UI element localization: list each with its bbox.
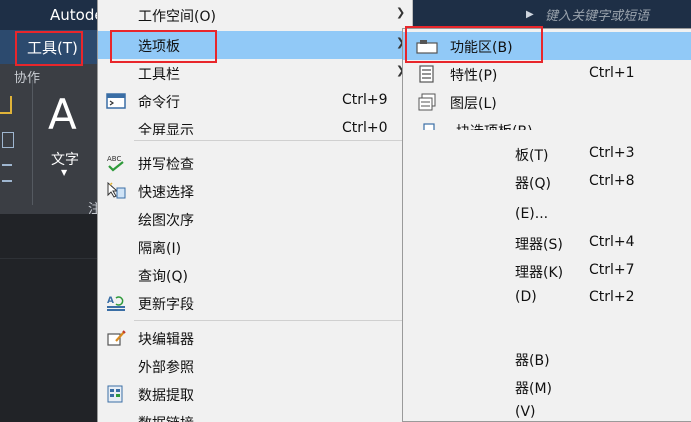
list-icon[interactable] <box>2 164 12 182</box>
menu-item-label: 外部参照 <box>138 360 194 376</box>
cylinder-icon[interactable] <box>2 132 14 148</box>
chevron-down-icon[interactable]: ▼ <box>61 168 67 177</box>
submenu-fragment-label[interactable]: 理器(K) <box>515 262 563 282</box>
menu-item-label: 数据链接 <box>138 413 194 422</box>
submenu-fragment-label[interactable]: (D) <box>515 289 537 305</box>
menu-item-label: 隔离(I) <box>138 241 182 257</box>
submenu-fragment-label[interactable]: (V) <box>515 404 536 422</box>
submenu-fragment-label[interactable]: (E)... <box>515 206 548 222</box>
ribbon-tab-collaborate[interactable]: 协作 <box>14 67 40 86</box>
text-tool-icon[interactable]: A <box>48 94 77 136</box>
ribbon-divider <box>32 80 33 205</box>
submenu-fragment-label[interactable]: 器(M) <box>515 378 552 398</box>
submenu-fragment-shortcut: Ctrl+8 <box>589 173 635 189</box>
search-expand-icon[interactable]: ▶ <box>526 9 534 20</box>
submenu-fragment-shortcut: Ctrl+3 <box>589 145 635 161</box>
submenu-fragment-shortcut: Ctrl+4 <box>589 234 635 250</box>
block-palette-icon <box>423 123 435 130</box>
menu-item-label: 块编辑器 <box>138 332 194 348</box>
menu-item-label: 工作空间(O) <box>138 9 216 25</box>
menu-item-toolbars[interactable]: 工具栏 ❯ <box>98 59 412 87</box>
menu-item-quick-select[interactable]: 快速选择 <box>98 177 412 205</box>
data-extract-icon <box>107 385 123 403</box>
submenu-fragment-shortcut: Ctrl+2 <box>589 289 635 305</box>
menu-item-workspace[interactable]: 工作空间(O) ❯ <box>98 1 412 29</box>
submenu-item-label: 块选项板(B)... <box>456 121 546 130</box>
command-line-icon <box>106 93 126 109</box>
submenu-fragment-label[interactable]: 器(Q) <box>515 173 551 193</box>
menu-item-command-line[interactable]: 命令行 Ctrl+9 <box>98 87 412 115</box>
search-input[interactable]: 键入关键字或短语 <box>545 5 649 24</box>
menu-item-spell-check[interactable]: ABC 拼写检查 <box>98 149 412 177</box>
tools-dropdown-menu: 工作空间(O) ❯ 选项板 ❯ 工具栏 ❯ 命令行 Ctrl+9 全屏显示 Ct… <box>97 0 413 422</box>
menu-item-shortcut: Ctrl+0 <box>342 120 388 135</box>
menu-item-label: 快速选择 <box>138 185 194 201</box>
menu-item-label: 数据提取 <box>138 388 194 404</box>
menu-item-label: 全屏显示 <box>138 123 194 135</box>
submenu-item-layers[interactable]: 图层(L) <box>403 88 691 116</box>
menu-item-inquiry[interactable]: 查询(Q) <box>98 261 412 289</box>
spell-check-icon: ABC <box>107 155 124 172</box>
menu-item-block-editor[interactable]: 块编辑器 <box>98 324 412 352</box>
submenu-item-label: 图层(L) <box>450 96 497 112</box>
svg-text:A: A <box>107 296 114 306</box>
update-field-icon: A <box>107 296 125 311</box>
submenu-item-shortcut: Ctrl+1 <box>589 65 635 81</box>
menu-item-label: 绘图次序 <box>138 213 194 229</box>
menu-item-label: 查询(Q) <box>138 269 188 285</box>
menu-item-data-extraction[interactable]: 数据提取 <box>98 380 412 408</box>
menu-item-label: 命令行 <box>138 95 180 111</box>
menu-item-label: 更新字段 <box>138 297 194 313</box>
submenu-item-block-palette[interactable]: 块选项板(B)... <box>403 116 691 130</box>
submenu-fragment-label[interactable]: 理器(S) <box>515 234 563 254</box>
menu-item-update-fields[interactable]: A 更新字段 <box>98 289 412 317</box>
layers-icon <box>418 93 436 111</box>
annotation-box-ribbon <box>405 26 543 63</box>
annotation-box-palettes <box>110 30 217 63</box>
submenu-fragment-label[interactable]: 器(B) <box>515 350 550 370</box>
submenu-item-properties[interactable]: 特性(P) Ctrl+1 <box>403 60 691 88</box>
menu-item-xref[interactable]: 外部参照 <box>98 352 412 380</box>
quick-select-icon <box>107 182 126 199</box>
menu-item-label: 拼写检查 <box>138 157 194 173</box>
submenu-fragment-label[interactable]: 板(T) <box>515 145 548 165</box>
svg-text:ABC: ABC <box>107 155 121 163</box>
menu-separator <box>134 320 404 321</box>
block-editor-icon <box>107 330 126 346</box>
menu-item-label: 工具栏 <box>138 67 180 83</box>
menu-item-data-link[interactable]: 数据链接 <box>98 408 412 422</box>
menu-item-shortcut: Ctrl+9 <box>342 92 388 108</box>
submenu-item-label: 特性(P) <box>450 68 498 84</box>
pencil-icon[interactable] <box>0 96 12 114</box>
menu-item-draw-order[interactable]: 绘图次序 <box>98 205 412 233</box>
menu-separator <box>134 140 404 141</box>
submenu-fragment-shortcut: Ctrl+7 <box>589 262 635 278</box>
menu-item-isolate[interactable]: 隔离(I) <box>98 233 412 261</box>
chevron-right-icon: ❯ <box>396 6 406 19</box>
annotation-box-tools <box>15 31 83 66</box>
text-tool-label[interactable]: 文字 <box>51 149 79 169</box>
properties-icon <box>419 65 434 83</box>
menu-item-fullscreen[interactable]: 全屏显示 Ctrl+0 <box>98 115 412 135</box>
